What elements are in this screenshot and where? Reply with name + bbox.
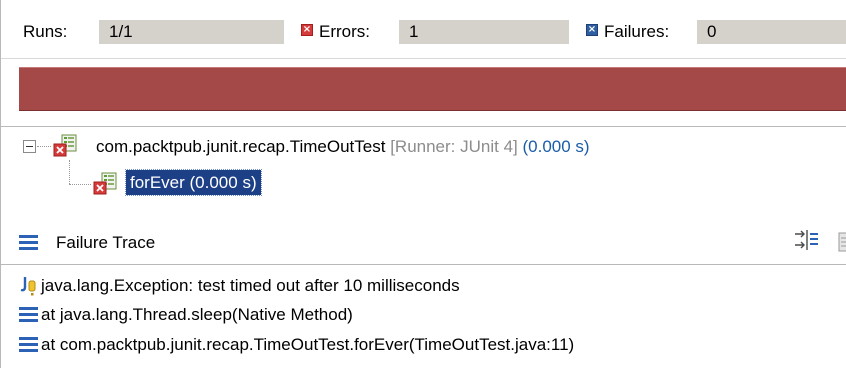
failure-trace-title: Failure Trace bbox=[56, 233, 156, 252]
errors-label: Errors: bbox=[319, 22, 370, 41]
stats-bar: Runs: 1/1 × Errors: 1 × Failures: 0 bbox=[1, 0, 846, 59]
runs-value: 1/1 bbox=[99, 20, 284, 44]
test-node-selected[interactable]: forEver (0.000 s) bbox=[125, 169, 262, 196]
trace-line[interactable]: java.lang.Exception: test timed out afte… bbox=[41, 275, 460, 297]
trace-line[interactable]: at java.lang.Thread.sleep(Native Method) bbox=[41, 304, 353, 326]
suite-time: (0.000 s) bbox=[522, 137, 590, 156]
suite-name: com.packtpub.junit.recap.TimeOutTest bbox=[96, 137, 386, 156]
suite-runner: [Runner: JUnit 4] bbox=[390, 137, 518, 156]
errors-value: 1 bbox=[399, 20, 569, 44]
divider bbox=[1, 264, 846, 265]
stack-frame-icon bbox=[19, 306, 38, 322]
filter-stack-icon[interactable] bbox=[793, 228, 819, 252]
error-icon: × bbox=[301, 24, 313, 36]
stack-trace-icon bbox=[19, 234, 38, 250]
tree-connector bbox=[69, 160, 70, 184]
failure-icon: × bbox=[586, 24, 598, 36]
test-error-icon bbox=[93, 172, 117, 195]
failures-label: Failures: bbox=[604, 22, 670, 41]
suite-node[interactable]: com.packtpub.junit.recap.TimeOutTest [Ru… bbox=[96, 136, 590, 158]
compare-results-icon[interactable] bbox=[837, 230, 846, 254]
divider bbox=[1, 126, 846, 127]
runs-label: Runs: bbox=[23, 22, 68, 41]
junit-exception-icon bbox=[20, 277, 36, 296]
collapse-toggle-icon[interactable] bbox=[23, 140, 36, 153]
stack-frame-icon bbox=[19, 336, 38, 352]
failures-value: 0 bbox=[697, 20, 846, 44]
progress-bar bbox=[1, 59, 846, 120]
progress-fill bbox=[19, 67, 846, 111]
trace-line[interactable]: at com.packtpub.junit.recap.TimeOutTest.… bbox=[41, 334, 574, 356]
tree-connector bbox=[37, 146, 51, 147]
tree-connector bbox=[69, 184, 91, 185]
junit-view: Runs: 1/1 × Errors: 1 × Failures: 0 com.… bbox=[0, 0, 846, 368]
test-suite-error-icon bbox=[53, 134, 77, 157]
